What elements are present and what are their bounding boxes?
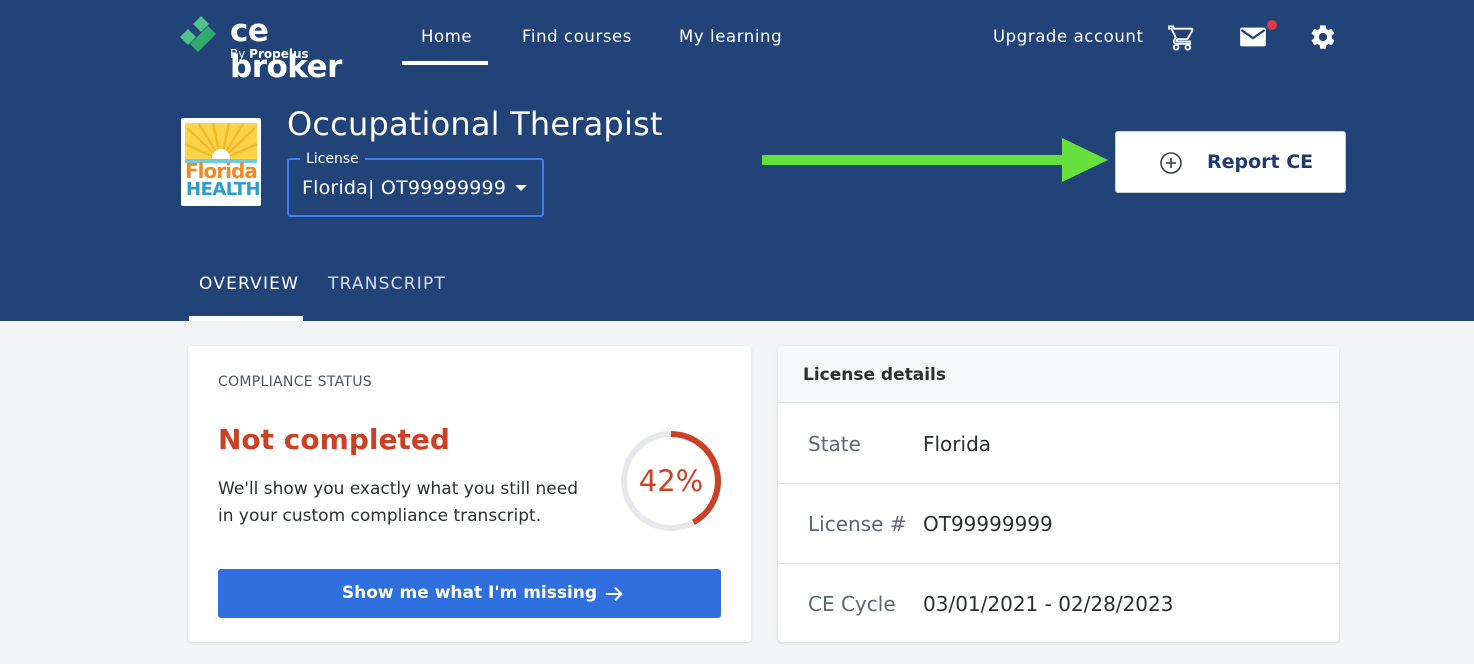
progress-donut: 42% bbox=[618, 428, 724, 534]
compliance-status-label: COMPLIANCE STATUS bbox=[218, 374, 372, 390]
logo-mark-icon bbox=[180, 16, 216, 52]
detail-label: State bbox=[808, 432, 861, 456]
nav-home[interactable]: Home bbox=[421, 26, 472, 48]
show-missing-button[interactable]: Show me what I'm missing bbox=[218, 569, 721, 618]
chevron-down-icon bbox=[515, 185, 527, 191]
logo-company: Propelus bbox=[249, 47, 309, 61]
progress-percent: 42% bbox=[639, 464, 703, 498]
page-header: ce broker By Propelus Home Find courses … bbox=[0, 0, 1474, 321]
progress-ring: 42% bbox=[621, 431, 721, 531]
upgrade-account-link[interactable]: Upgrade account bbox=[993, 26, 1144, 48]
report-ce-label: Report CE bbox=[1207, 151, 1314, 173]
detail-value: Florida bbox=[923, 432, 992, 456]
license-select-value: Florida| OT99999999 bbox=[302, 177, 507, 199]
license-details-title: License details bbox=[803, 365, 947, 385]
license-select-label: License bbox=[300, 150, 365, 168]
report-ce-button[interactable]: Report CE bbox=[1115, 131, 1346, 193]
plus-circle-icon bbox=[1160, 152, 1182, 174]
cart-icon[interactable] bbox=[1168, 24, 1196, 52]
tab-overview-active-indicator bbox=[189, 316, 303, 321]
gear-icon[interactable] bbox=[1309, 23, 1337, 51]
detail-label: License # bbox=[808, 512, 907, 536]
florida-health-logo: Florida HEALTH bbox=[181, 118, 261, 206]
detail-row-state: State Florida bbox=[778, 404, 1339, 484]
notification-badge bbox=[1267, 20, 1277, 30]
compliance-status-card: COMPLIANCE STATUS Not completed We'll sh… bbox=[188, 346, 751, 642]
detail-label: CE Cycle bbox=[808, 592, 896, 616]
detail-value: 03/01/2021 - 02/28/2023 bbox=[923, 592, 1174, 616]
detail-row-license-number: License # OT99999999 bbox=[778, 484, 1339, 564]
arrow-right-icon bbox=[605, 586, 623, 602]
green-arrow-icon bbox=[762, 138, 1108, 182]
nav-home-active-indicator bbox=[402, 61, 488, 65]
show-missing-label: Show me what I'm missing bbox=[341, 583, 598, 603]
nav-find-courses[interactable]: Find courses bbox=[522, 26, 632, 48]
ce-broker-logo[interactable]: ce broker By Propelus bbox=[180, 12, 380, 85]
logo-byline: By Propelus bbox=[230, 47, 309, 61]
health-logo-word: HEALTH bbox=[186, 179, 261, 200]
compliance-status-value: Not completed bbox=[218, 423, 450, 456]
mail-icon[interactable] bbox=[1239, 24, 1267, 50]
license-details-card: License details State Florida License # … bbox=[778, 346, 1339, 642]
detail-row-ce-cycle: CE Cycle 03/01/2021 - 02/28/2023 bbox=[778, 564, 1339, 642]
tab-transcript[interactable]: TRANSCRIPT bbox=[328, 272, 446, 296]
license-details-header: License details bbox=[778, 346, 1339, 403]
detail-value: OT99999999 bbox=[923, 512, 1053, 536]
tab-overview[interactable]: OVERVIEW bbox=[199, 272, 299, 296]
profession-title: Occupational Therapist bbox=[287, 105, 663, 143]
nav-my-learning[interactable]: My learning bbox=[679, 26, 782, 48]
logo-by: By bbox=[230, 47, 246, 61]
compliance-description: We'll show you exactly what you still ne… bbox=[218, 479, 578, 526]
